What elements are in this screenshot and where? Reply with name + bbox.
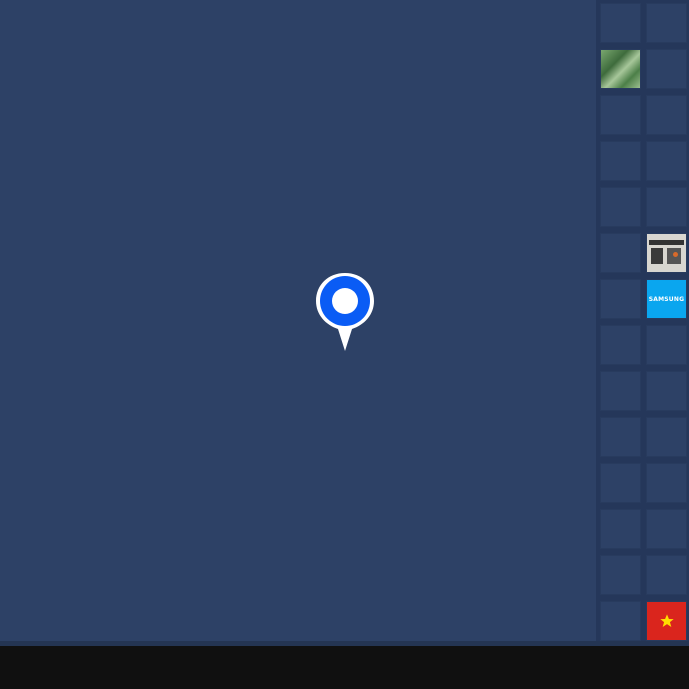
- vietnam-flag-icon[interactable]: [646, 601, 687, 641]
- thumbnail-tile-empty[interactable]: [646, 49, 687, 89]
- brand-logo-label: SAMSUNG: [648, 295, 685, 303]
- thumbnail-tile-empty[interactable]: [646, 417, 687, 457]
- shop-photo-icon[interactable]: [646, 233, 687, 273]
- thumbnail-tile-empty[interactable]: [600, 509, 641, 549]
- thumbnail-tile-empty[interactable]: [646, 141, 687, 181]
- thumbnail-grid: SAMSUNG: [600, 3, 687, 641]
- thumbnail-tile-empty[interactable]: [600, 141, 641, 181]
- thumbnail-tile-empty[interactable]: [600, 601, 641, 641]
- thumbnail-tile-empty[interactable]: [646, 325, 687, 365]
- thumbnail-tile-empty[interactable]: [646, 371, 687, 411]
- thumbnail-tile-empty[interactable]: [600, 3, 641, 43]
- thumbnail-tile-empty[interactable]: [600, 187, 641, 227]
- thumbnail-tile-empty[interactable]: [646, 509, 687, 549]
- brand-logo-tile[interactable]: SAMSUNG: [646, 279, 687, 319]
- thumbnail-tile-empty[interactable]: [600, 371, 641, 411]
- thumbnail-tile-empty[interactable]: [600, 233, 641, 273]
- thumbnail-tile-empty[interactable]: [600, 555, 641, 595]
- map-canvas[interactable]: [0, 0, 596, 641]
- thumbnail-tile-empty[interactable]: [600, 417, 641, 457]
- location-pin-icon[interactable]: [314, 271, 376, 353]
- leaf-photo-icon[interactable]: [600, 49, 641, 89]
- thumbnail-panel: SAMSUNG: [596, 0, 689, 641]
- thumbnail-tile-empty[interactable]: [600, 279, 641, 319]
- bottom-bar: [0, 641, 689, 689]
- thumbnail-tile-empty[interactable]: [646, 3, 687, 43]
- thumbnail-tile-empty[interactable]: [600, 325, 641, 365]
- thumbnail-tile-empty[interactable]: [646, 463, 687, 503]
- thumbnail-tile-empty[interactable]: [600, 95, 641, 135]
- thumbnail-tile-empty[interactable]: [600, 463, 641, 503]
- thumbnail-tile-empty[interactable]: [646, 95, 687, 135]
- thumbnail-tile-empty[interactable]: [646, 187, 687, 227]
- thumbnail-tile-empty[interactable]: [646, 555, 687, 595]
